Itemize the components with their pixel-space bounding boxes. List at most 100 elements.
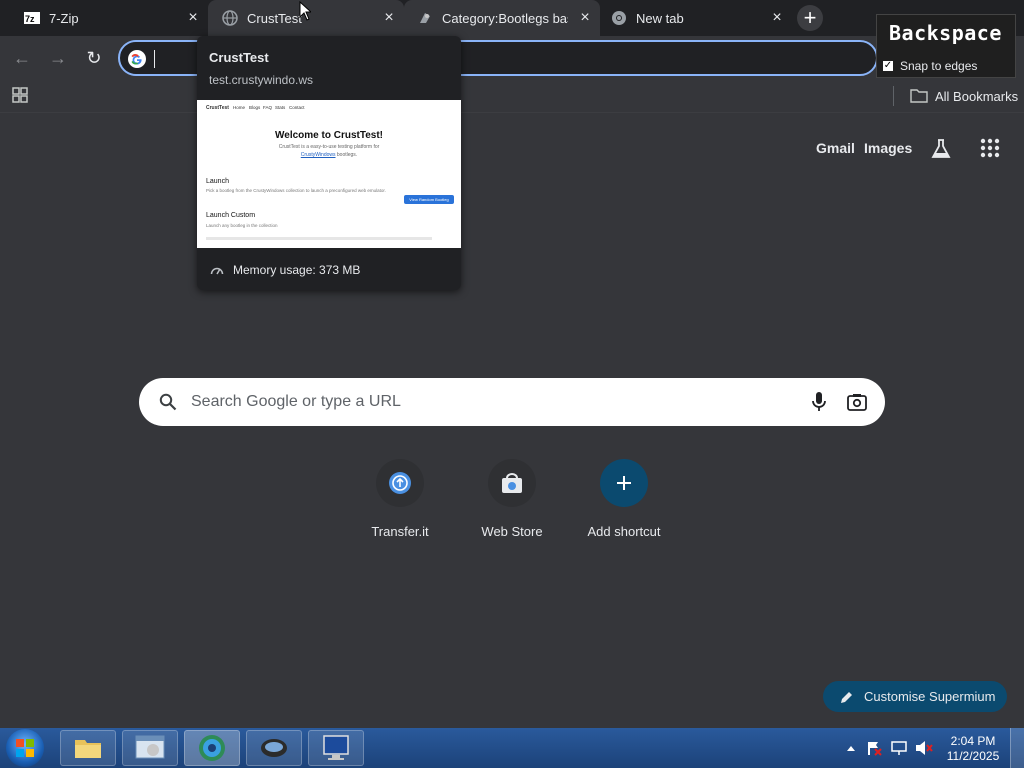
svg-text:7z: 7z <box>25 14 35 24</box>
bootleg-icon <box>420 13 430 23</box>
shortcut-tile <box>376 459 424 507</box>
customise-label: Customise Supermium <box>864 689 996 704</box>
start-button[interactable] <box>6 729 44 767</box>
text-caret <box>154 50 155 68</box>
shortcut-add[interactable]: Add shortcut <box>568 459 680 549</box>
shortcut-label: Transfer.it <box>371 524 429 539</box>
preview-launch-heading: Launch <box>206 178 229 185</box>
tab-title: 7-Zip <box>49 10 79 26</box>
snap-checkbox[interactable]: ✓ <box>883 61 893 71</box>
globe-icon <box>222 10 238 26</box>
overlay-title: Backspace <box>889 21 1002 45</box>
camera-search-icon[interactable] <box>847 393 867 411</box>
volume-muted-icon[interactable] <box>915 740 933 756</box>
search-placeholder: Search Google or type a URL <box>191 393 401 410</box>
app-blob-icon <box>261 739 287 757</box>
tab-strip: 7z 7-Zip × CrustTest × Category:Bootlegs… <box>0 0 1024 36</box>
windows-logo-icon <box>16 739 34 757</box>
mouse-cursor-icon <box>299 1 311 21</box>
tab-new-tab[interactable]: New tab × <box>600 0 792 36</box>
back-button[interactable]: ← <box>10 46 34 70</box>
media-window-icon <box>135 735 165 759</box>
toolbar: ← → ↻ <box>0 36 1024 80</box>
preview-footer-line <box>206 237 432 240</box>
shortcut-tile <box>488 459 536 507</box>
preview-heading: Welcome to CrustTest! <box>275 130 383 141</box>
7zip-icon: 7z <box>24 12 40 24</box>
preview-nav-item: Stats <box>275 105 286 110</box>
apps-grid-icon[interactable] <box>12 87 28 103</box>
shortcut-label: Add shortcut <box>587 524 661 539</box>
shortcut-web-store[interactable]: Web Store <box>456 459 568 549</box>
browser-globe-icon <box>199 735 225 761</box>
customise-button[interactable]: Customise Supermium <box>823 681 1007 712</box>
preview-intro: CrustTest is a easy-to-use testing platf… <box>278 144 380 150</box>
close-icon[interactable]: × <box>380 9 398 27</box>
microphone-icon[interactable] <box>811 391 827 413</box>
shortcut-transfer-it[interactable]: Transfer.it <box>344 459 456 549</box>
clock-time: 2:04 PM <box>950 734 996 748</box>
preview-custom-text: Launch any bootleg in the collection <box>206 223 278 228</box>
new-tab-button[interactable]: + <box>797 5 823 31</box>
taskbar-media-player[interactable] <box>122 730 178 766</box>
network-icon[interactable] <box>891 740 907 756</box>
hover-card-domain: test.crustywindo.ws <box>209 73 314 87</box>
divider <box>893 86 894 106</box>
taskbar-browser[interactable] <box>184 730 240 766</box>
close-icon[interactable]: × <box>576 9 594 27</box>
labs-flask-icon[interactable] <box>930 138 952 160</box>
gmail-link[interactable]: Gmail <box>816 140 855 156</box>
preview-custom-heading: Launch Custom <box>206 212 256 219</box>
taskbar-remote-desktop[interactable] <box>308 730 364 766</box>
tab-hover-card: CrustTest test.crustywindo.ws CrustTest … <box>197 36 461 290</box>
memory-gauge-icon <box>210 267 224 275</box>
monitor-icon <box>323 735 349 760</box>
tray-clock[interactable]: 2:04 PM 11/2/2025 <box>940 734 1006 764</box>
tab-title: CrustTest <box>247 10 302 26</box>
page-preview-thumbnail: CrustTest Home Blogs FAQ Stats Contact W… <box>197 100 461 248</box>
folder-icon <box>910 89 928 103</box>
google-apps-icon[interactable] <box>980 138 1000 158</box>
images-link[interactable]: Images <box>864 140 912 156</box>
preview-intro-end: bootlegs. <box>336 152 358 158</box>
plus-icon <box>617 476 631 490</box>
chrome-icon <box>612 11 626 25</box>
tab-title: New tab <box>636 10 684 26</box>
shortcut-tile <box>600 459 648 507</box>
preview-launch-button: View Random Bootleg <box>404 195 454 204</box>
show-desktop-button[interactable] <box>1010 728 1024 768</box>
action-center-flag-icon[interactable] <box>866 740 882 756</box>
webstore-icon <box>502 473 522 493</box>
forward-button[interactable]: → <box>46 46 70 70</box>
snap-label: Snap to edges <box>900 59 978 73</box>
all-bookmarks-button[interactable]: All Bookmarks <box>910 86 1018 106</box>
preview-nav-item: FAQ <box>263 105 273 110</box>
transfer-icon <box>389 472 411 494</box>
shortcut-label: Web Store <box>481 524 543 539</box>
preview-brand: CrustTest <box>206 105 229 111</box>
taskbar-explorer[interactable] <box>60 730 116 766</box>
tab-category-bootlegs[interactable]: Category:Bootlegs base × <box>404 0 600 36</box>
preview-nav-item: Home <box>233 105 246 110</box>
backspace-overlay: Backspace ✓ Snap to edges <box>876 14 1016 78</box>
tab-7zip[interactable]: 7z 7-Zip × <box>12 0 208 36</box>
folder-icon <box>75 740 101 758</box>
taskbar-app[interactable] <box>246 730 302 766</box>
memory-usage: Memory usage: 373 MB <box>233 263 361 277</box>
clock-date: 11/2/2025 <box>946 749 1000 763</box>
preview-nav-item: Contact <box>289 105 305 110</box>
preview-launch-text: Pick a bootleg from the CrustyWindows co… <box>206 188 386 193</box>
ntp-search-box[interactable]: Search Google or type a URL <box>139 378 885 426</box>
close-icon[interactable]: × <box>184 9 202 27</box>
google-logo-icon <box>128 50 146 68</box>
bookmarks-bar: All Bookmarks <box>0 80 1024 113</box>
hover-card-title: CrustTest <box>209 50 269 65</box>
search-icon <box>159 393 177 411</box>
tray-expand-icon[interactable] <box>846 744 856 752</box>
preview-intro-link: CrustyWindows <box>300 152 336 158</box>
all-bookmarks-label: All Bookmarks <box>935 88 1019 104</box>
tab-title: Category:Bootlegs base <box>442 10 568 26</box>
reload-button[interactable]: ↻ <box>82 46 106 70</box>
windows-taskbar: 2:04 PM 11/2/2025 <box>0 728 1024 768</box>
close-icon[interactable]: × <box>768 9 786 27</box>
